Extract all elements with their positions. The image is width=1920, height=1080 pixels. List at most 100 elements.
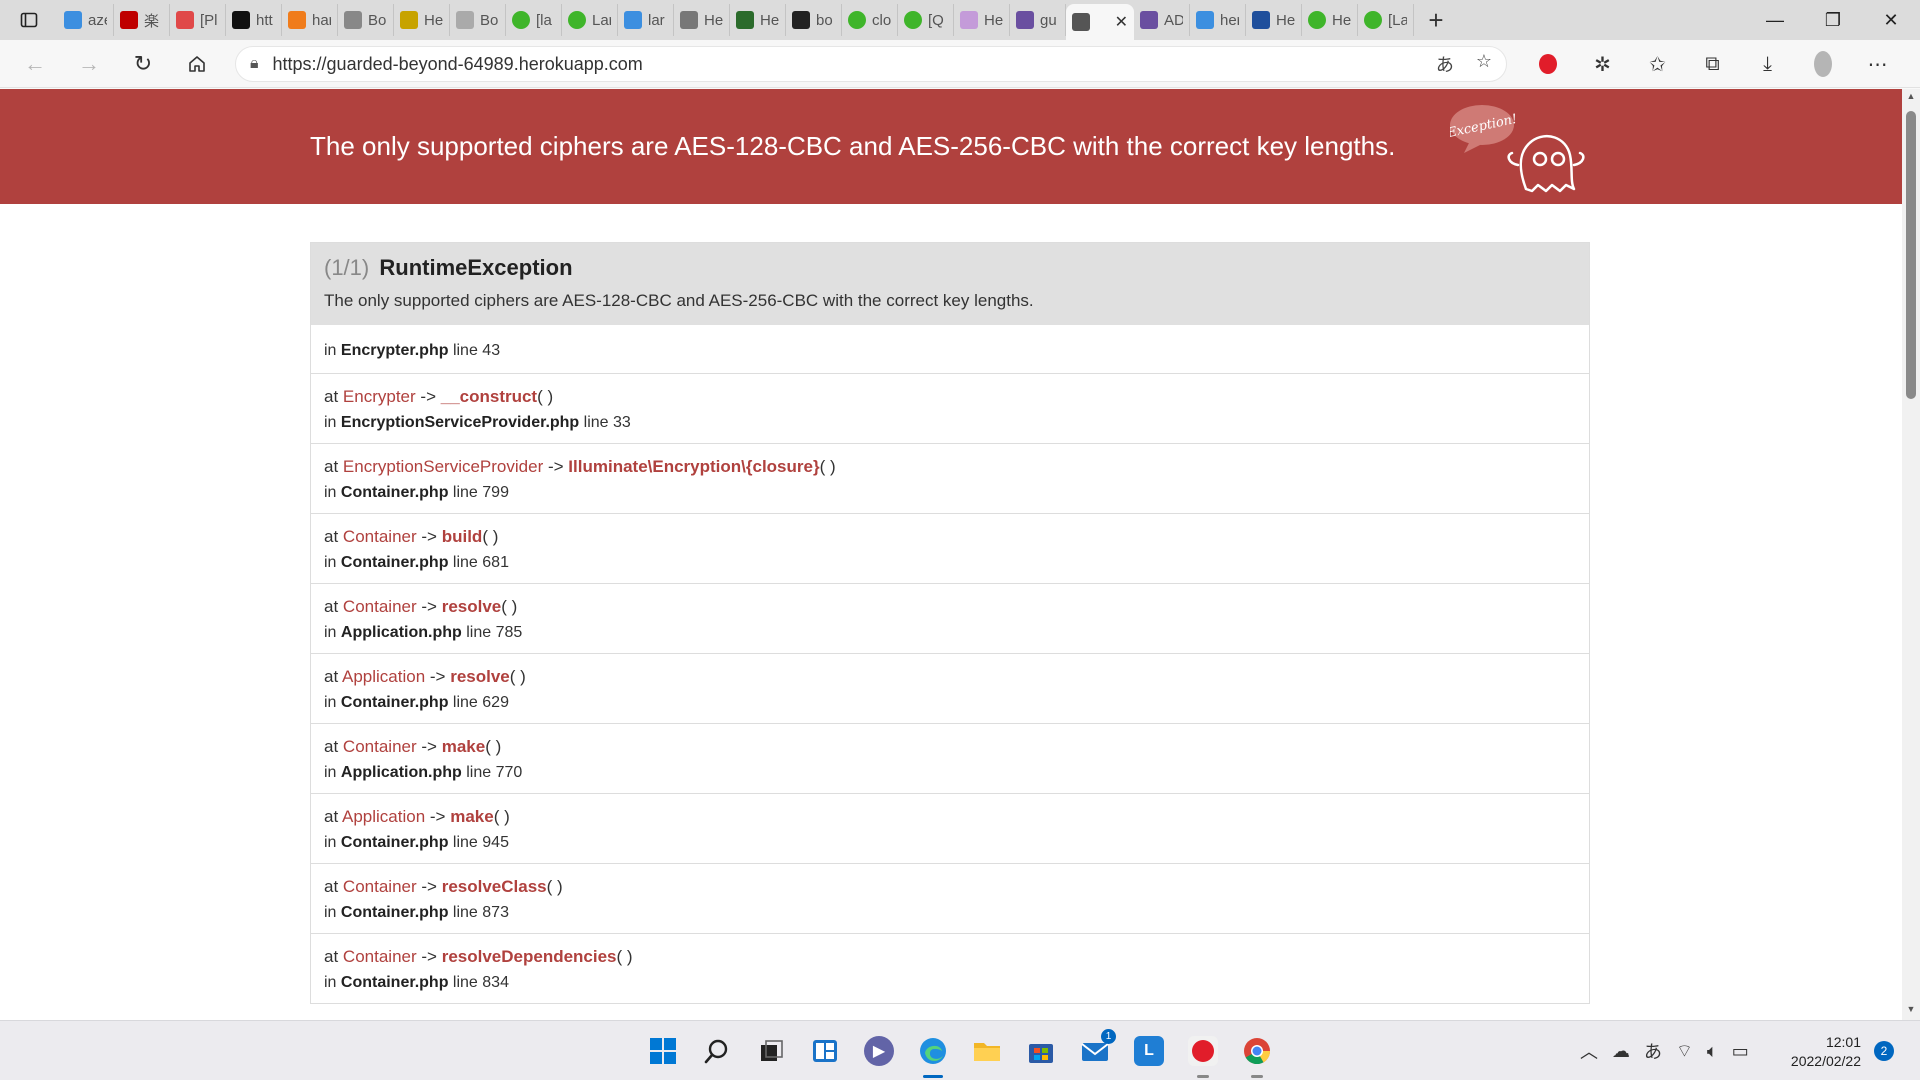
browser-tab[interactable]: her [1190,4,1246,36]
browser-tab[interactable]: He [674,4,730,36]
browser-tab[interactable]: 楽 [114,4,170,36]
frame-line: 43 [482,342,501,359]
extensions-button[interactable]: ✲ [1575,40,1630,88]
battery-icon[interactable]: ▭ [1732,1041,1749,1062]
browser-tab[interactable]: [Pl [170,4,226,36]
browser-tab[interactable]: bo [786,4,842,36]
browser-tab[interactable]: aze [58,4,114,36]
file-explorer-button[interactable] [960,1021,1014,1080]
browser-toolbar: ← → ↻ 🔒︎ https://guarded-beyond-64989.he… [0,40,1920,88]
clock-date: 2022/02/22 [1790,1053,1861,1069]
line-label: line [466,624,492,641]
settings-menu-button[interactable]: ⋯ [1850,40,1905,88]
address-bar[interactable]: 🔒︎ https://guarded-beyond-64989.herokuap… [235,46,1507,82]
stack-trace: (1/1) RuntimeException The only supporte… [310,242,1590,1004]
start-button[interactable] [636,1021,690,1080]
scroll-up-arrow[interactable]: ▲ [1902,91,1920,105]
line-label: line [583,414,609,431]
mail-badge: 1 [1101,1029,1116,1044]
browser-tab[interactable]: lar [618,4,674,36]
store-button[interactable] [1014,1021,1068,1080]
frame-location: in Container.php line 629 [324,694,1576,712]
scroll-down-arrow[interactable]: ▼ [1902,1004,1920,1018]
browser-tab[interactable]: He [1302,4,1358,36]
green-circle-icon [1308,11,1326,29]
task-view-button[interactable] [744,1021,798,1080]
browser-tab[interactable]: Bo [450,4,506,36]
notification-count[interactable]: 2 [1874,1041,1894,1061]
close-window-button[interactable]: ✕ [1862,0,1920,40]
ime-indicator[interactable]: あ [1644,1038,1662,1064]
favorites-button[interactable]: ✩ [1630,40,1685,88]
green-circle-icon [568,11,586,29]
widgets-button[interactable] [798,1021,852,1080]
add-favorite-icon[interactable]: ☆ [1476,51,1492,77]
tab-close-icon[interactable]: ✕ [1115,12,1128,32]
new-tab-button[interactable]: + [1414,0,1458,40]
frame-class: Container [342,597,417,616]
browser-tab[interactable]: ✕ [1066,4,1134,40]
tab-actions-button[interactable] [0,0,58,40]
mail-button[interactable]: 1 [1068,1021,1122,1080]
minimize-button[interactable]: — [1746,0,1804,40]
browser-tab[interactable]: He [954,4,1010,36]
edge-taskbar-button[interactable] [906,1021,960,1080]
refresh-button[interactable]: ↻ [116,40,170,88]
browser-tab[interactable]: He [1246,4,1302,36]
back-button[interactable]: ← [8,40,62,88]
browser-tab[interactable]: gu [1010,4,1066,36]
tab-title: He [760,11,779,29]
browser-tab[interactable]: htt [226,4,282,36]
browser-tab[interactable]: AD [1134,4,1190,36]
page-icon [344,11,362,29]
line-label: line [452,484,478,501]
browser-tab[interactable]: [Q [898,4,954,36]
browser-tab[interactable]: He [394,4,450,36]
in-label: in [324,764,337,781]
volume-icon[interactable]: 🔈︎ [1707,1041,1718,1062]
extension-button[interactable] [1520,40,1575,88]
frame-class: Container [342,877,417,896]
system-tray: ︿ ☁ あ ⌔ 🔈︎ ▭ [1580,1021,1749,1080]
home-button[interactable] [170,40,224,88]
forward-button[interactable]: → [62,40,116,88]
frame-file: Encrypter.php [340,342,449,359]
url-text[interactable]: https://guarded-beyond-64989.herokuapp.c… [273,54,643,75]
frame-call: at Container -> resolveClass( ) [324,877,1576,897]
downloads-button[interactable]: ⤓ [1740,40,1795,88]
scrollbar-thumb[interactable] [1906,111,1916,399]
at-label: at [324,597,339,616]
profile-button[interactable] [1795,40,1850,88]
chevron-up-icon[interactable]: ︿ [1580,1038,1598,1064]
g-icon [680,11,698,29]
page-scrollbar[interactable]: ▲ ▼ [1902,89,1920,1020]
red-app-button[interactable] [1176,1021,1230,1080]
read-aloud-icon[interactable]: あ [1436,51,1454,77]
clock[interactable]: 12:01 2022/02/22 [1785,1033,1861,1071]
wifi-icon[interactable]: ⌔ [1676,1040,1693,1063]
browser-tab[interactable]: har [282,4,338,36]
browser-tab[interactable]: Bo [338,4,394,36]
parens-label: ( ) [546,877,563,896]
restore-button[interactable]: ❐ [1804,0,1862,40]
page-icon [1072,13,1090,31]
chrome-button[interactable] [1230,1021,1284,1080]
browser-tab[interactable]: He [730,4,786,36]
in-label: in [324,624,337,641]
onedrive-icon[interactable]: ☁ [1612,1041,1630,1062]
l-app-icon: L [1134,1036,1164,1066]
teams-chat-button[interactable]: ▶ [852,1021,906,1080]
browser-tab[interactable]: [la [506,4,562,36]
browser-tab[interactable]: clo [842,4,898,36]
frame-line: 770 [495,764,523,781]
browser-tab[interactable]: Lar [562,4,618,36]
collections-button[interactable]: ⧉ [1685,40,1740,88]
l-app-button[interactable]: L [1122,1021,1176,1080]
line-label: line [452,904,478,921]
search-button[interactable] [690,1021,744,1080]
browser-tab[interactable]: [La [1358,4,1414,36]
turtle-icon [736,11,754,29]
frame-class: Application [341,667,426,686]
frame-line: 834 [482,974,509,991]
line-label: line [452,694,478,711]
